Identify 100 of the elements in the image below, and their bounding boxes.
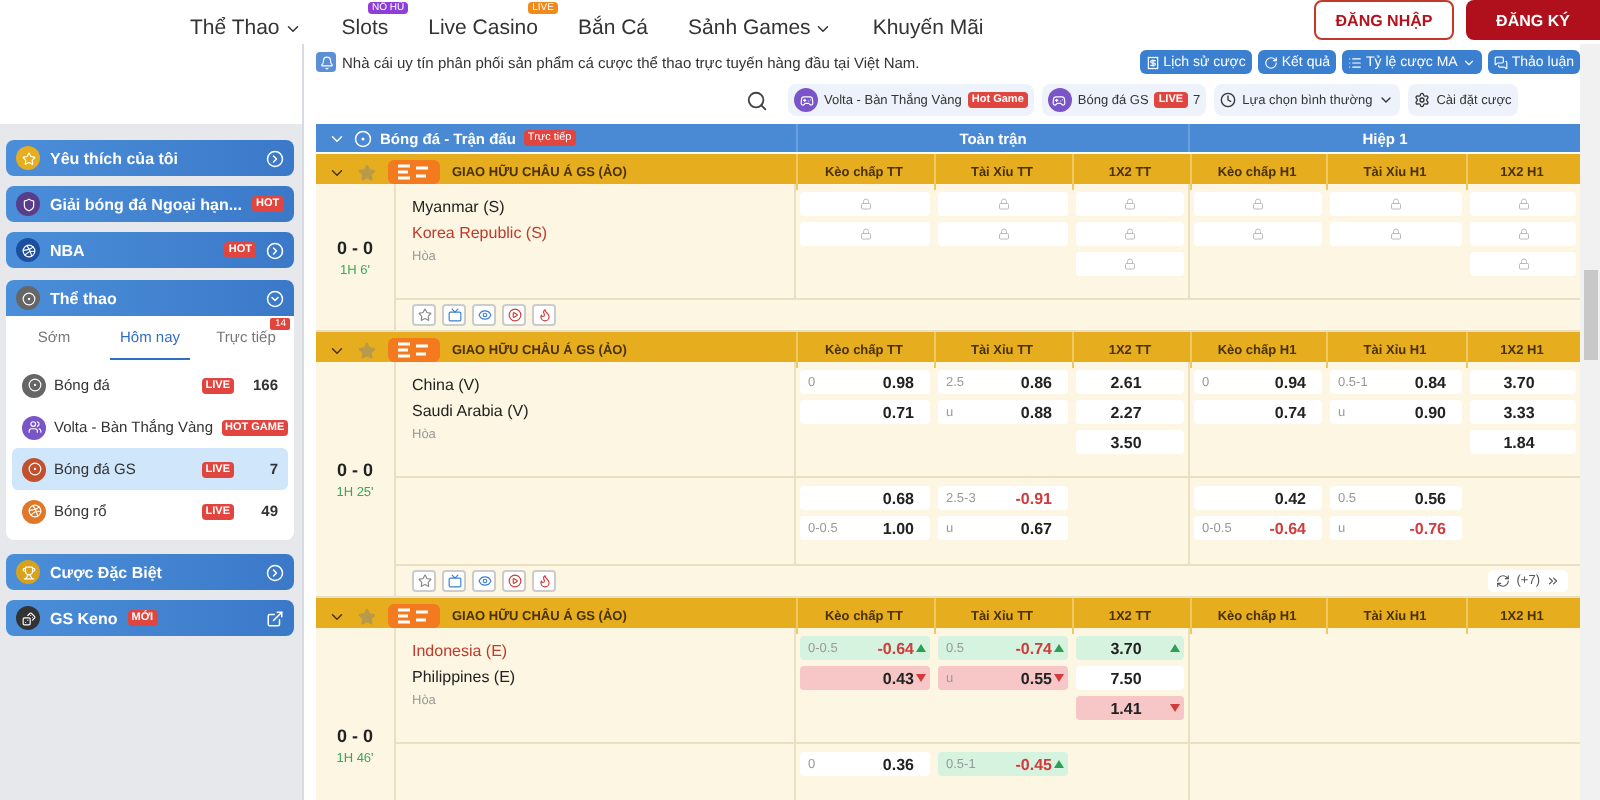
panel-title: Thể thao <box>50 289 119 307</box>
gamepad-icon <box>1047 88 1072 112</box>
odds-price: 7.50 <box>1110 669 1142 687</box>
odds-cell[interactable]: 0.71 <box>800 400 930 424</box>
chevron-right-icon <box>266 149 284 167</box>
odds-price: 3.70 <box>1503 373 1535 391</box>
star-icon <box>16 146 40 170</box>
up-triangle-icon <box>1054 644 1064 652</box>
people-icon <box>22 415 46 439</box>
odds-price: 0.84 <box>1414 373 1446 391</box>
lock-icon <box>1252 228 1264 240</box>
lock-icon <box>1517 228 1529 240</box>
odds-cell[interactable]: 3.50 <box>1076 430 1184 454</box>
down-triangle-icon <box>916 674 926 682</box>
up-triangle-icon <box>916 644 926 652</box>
star-icon[interactable] <box>358 163 376 181</box>
lock-icon <box>1124 258 1136 270</box>
down-triangle-icon <box>1054 674 1064 682</box>
star-icon[interactable] <box>412 570 436 592</box>
star-icon[interactable] <box>412 304 436 326</box>
up-triangle-icon <box>1170 644 1180 652</box>
sidebar-item[interactable]: Cược Đặc Biệt <box>6 554 294 590</box>
sidebar-item[interactable]: Yêu thích của tôi <box>6 140 294 176</box>
odds-cell[interactable]: 0.43 <box>800 666 930 690</box>
odds-price: -0.64 <box>877 639 914 657</box>
odds-price: 2.61 <box>1110 373 1142 391</box>
scrollbar[interactable] <box>1580 44 1600 800</box>
odds-cell[interactable]: 3.70 <box>1076 636 1184 660</box>
odds-price: 0.43 <box>882 669 914 687</box>
receipt-icon <box>1145 55 1160 69</box>
register-button[interactable]: ĐĂNG KÝ <box>1466 0 1600 40</box>
star-icon[interactable] <box>358 341 376 359</box>
lock-icon <box>1390 198 1402 210</box>
eye-icon[interactable] <box>472 570 496 592</box>
team-name: Korea Republic (S) <box>412 224 550 242</box>
gamepad-icon <box>794 88 818 112</box>
nav-link[interactable]: Thể Thao <box>190 16 302 44</box>
tv-icon[interactable] <box>442 570 466 592</box>
nav-link[interactable]: Sảnh Games <box>688 16 833 44</box>
odds-price: 0.88 <box>1020 403 1052 421</box>
tv-icon[interactable] <box>442 304 466 326</box>
league-logo-icon <box>388 160 440 184</box>
lock-icon <box>859 198 871 210</box>
lock-icon <box>1124 198 1136 210</box>
login-button[interactable]: ĐĂNG NHẬP <box>1314 0 1454 40</box>
odds-price: 0.74 <box>1274 403 1306 421</box>
nav-link[interactable]: Slots <box>341 16 389 44</box>
lock-icon <box>997 198 1009 210</box>
down-triangle-icon <box>1170 704 1180 712</box>
nav-link[interactable]: Khuyến Mãi <box>872 16 984 44</box>
team-name: China (V) <box>412 376 482 394</box>
league-logo-icon <box>388 338 440 362</box>
odds-cell[interactable]: 2.27 <box>1076 400 1184 424</box>
flame-icon[interactable] <box>532 304 556 326</box>
chevron-right-icon <box>266 241 284 259</box>
team-name: Indonesia (E) <box>412 642 510 660</box>
lock-icon <box>1252 198 1264 210</box>
dice-icon <box>16 606 40 630</box>
chevron-right-icon <box>266 563 284 581</box>
star-icon[interactable] <box>358 607 376 625</box>
odds-price: 3.33 <box>1503 403 1535 421</box>
odds-price: -0.76 <box>1409 519 1446 537</box>
odds-cell[interactable]: 1.41 <box>1076 696 1184 720</box>
bell-icon <box>316 52 336 72</box>
odds-cell[interactable]: 3.33 <box>1470 400 1576 424</box>
chevron-down-icon <box>1461 55 1476 69</box>
list-icon <box>1348 55 1363 69</box>
rotate-icon <box>1263 55 1278 69</box>
chevron-down-icon <box>1378 92 1395 108</box>
odds-cell[interactable]: 2.61 <box>1076 370 1184 394</box>
odds-price: 0.55 <box>1020 669 1052 687</box>
league-logo-icon <box>388 604 440 628</box>
odds-price: -0.64 <box>1269 519 1306 537</box>
play-icon[interactable] <box>502 304 526 326</box>
chat-icon <box>1493 55 1508 69</box>
score-text: 0 - 0 <box>336 725 373 745</box>
score-text: 0 - 0 <box>336 237 373 257</box>
lock-icon <box>859 228 871 240</box>
odds-cell[interactable]: 0.74 <box>1194 400 1322 424</box>
odds-cell[interactable]: 0.42 <box>1194 486 1322 510</box>
team-name: Philippines (E) <box>412 668 518 686</box>
play-icon[interactable] <box>502 570 526 592</box>
chevron-down-icon <box>266 289 284 307</box>
flame-icon[interactable] <box>532 570 556 592</box>
trophy-icon <box>16 560 40 584</box>
odds-cell[interactable]: 7.50 <box>1076 666 1184 690</box>
lock-icon <box>1390 228 1402 240</box>
eye-icon[interactable] <box>472 304 496 326</box>
clock-icon <box>1220 92 1237 108</box>
nav-link[interactable]: Bắn Cá <box>577 16 649 44</box>
up-triangle-icon <box>1054 760 1064 768</box>
double-chevron-icon <box>1546 574 1560 588</box>
scrollbar-thumb[interactable] <box>1583 270 1597 360</box>
nav-link[interactable]: Live Casino <box>428 16 538 44</box>
shield-icon <box>16 192 40 216</box>
lock-icon <box>997 228 1009 240</box>
odds-cell[interactable]: 0.68 <box>800 486 930 510</box>
search-button[interactable] <box>746 89 768 111</box>
odds-cell[interactable]: 3.70 <box>1470 370 1576 394</box>
odds-cell[interactable]: 1.84 <box>1470 430 1576 454</box>
